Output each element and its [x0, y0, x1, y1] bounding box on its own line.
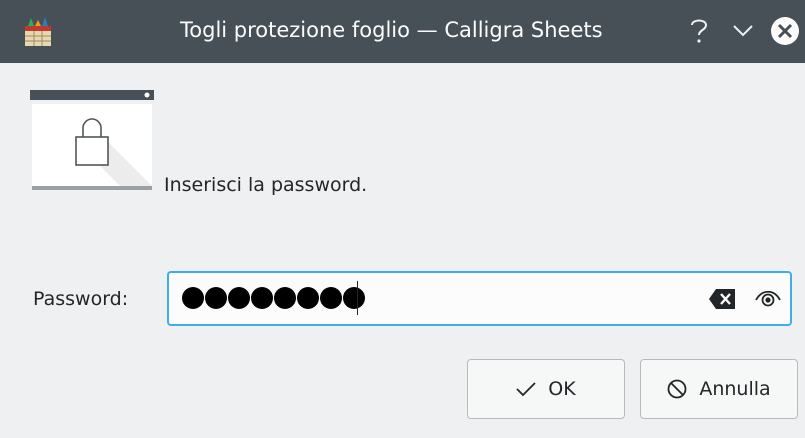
password-dot [182, 287, 204, 309]
cancel-button-label: Annulla [699, 378, 771, 400]
minimize-button[interactable] [726, 14, 760, 48]
text-cursor [357, 281, 358, 315]
password-dot [251, 287, 273, 309]
checkmark-icon [516, 382, 536, 397]
dialog-message: Inserisci la password. [164, 174, 368, 196]
lock-icon [30, 90, 154, 190]
title-bar[interactable]: Togli protezione foglio — Calligra Sheet… [0, 0, 805, 63]
password-dot [297, 287, 319, 309]
close-icon [771, 17, 799, 45]
close-button[interactable] [768, 14, 802, 48]
password-dot [228, 287, 250, 309]
eye-icon[interactable] [754, 286, 782, 310]
cancel-button[interactable]: Annulla [640, 359, 798, 419]
chevron-down-icon [733, 25, 753, 37]
help-icon [691, 19, 708, 43]
dialog-window: Togli protezione foglio — Calligra Sheet… [0, 0, 805, 438]
password-input[interactable] [167, 271, 792, 326]
password-label: Password: [33, 288, 129, 310]
window-title: Togli protezione foglio — Calligra Sheet… [180, 18, 603, 42]
calligra-sheets-icon[interactable] [22, 16, 54, 48]
ok-button-label: OK [548, 378, 576, 400]
cancel-icon [667, 379, 687, 399]
password-mask [182, 287, 365, 309]
password-dot [343, 287, 365, 309]
help-button[interactable] [682, 14, 716, 48]
password-dot [320, 287, 342, 309]
clear-text-icon[interactable] [709, 289, 735, 309]
ok-button[interactable]: OK [467, 359, 625, 419]
password-dot [274, 287, 296, 309]
password-dot [205, 287, 227, 309]
